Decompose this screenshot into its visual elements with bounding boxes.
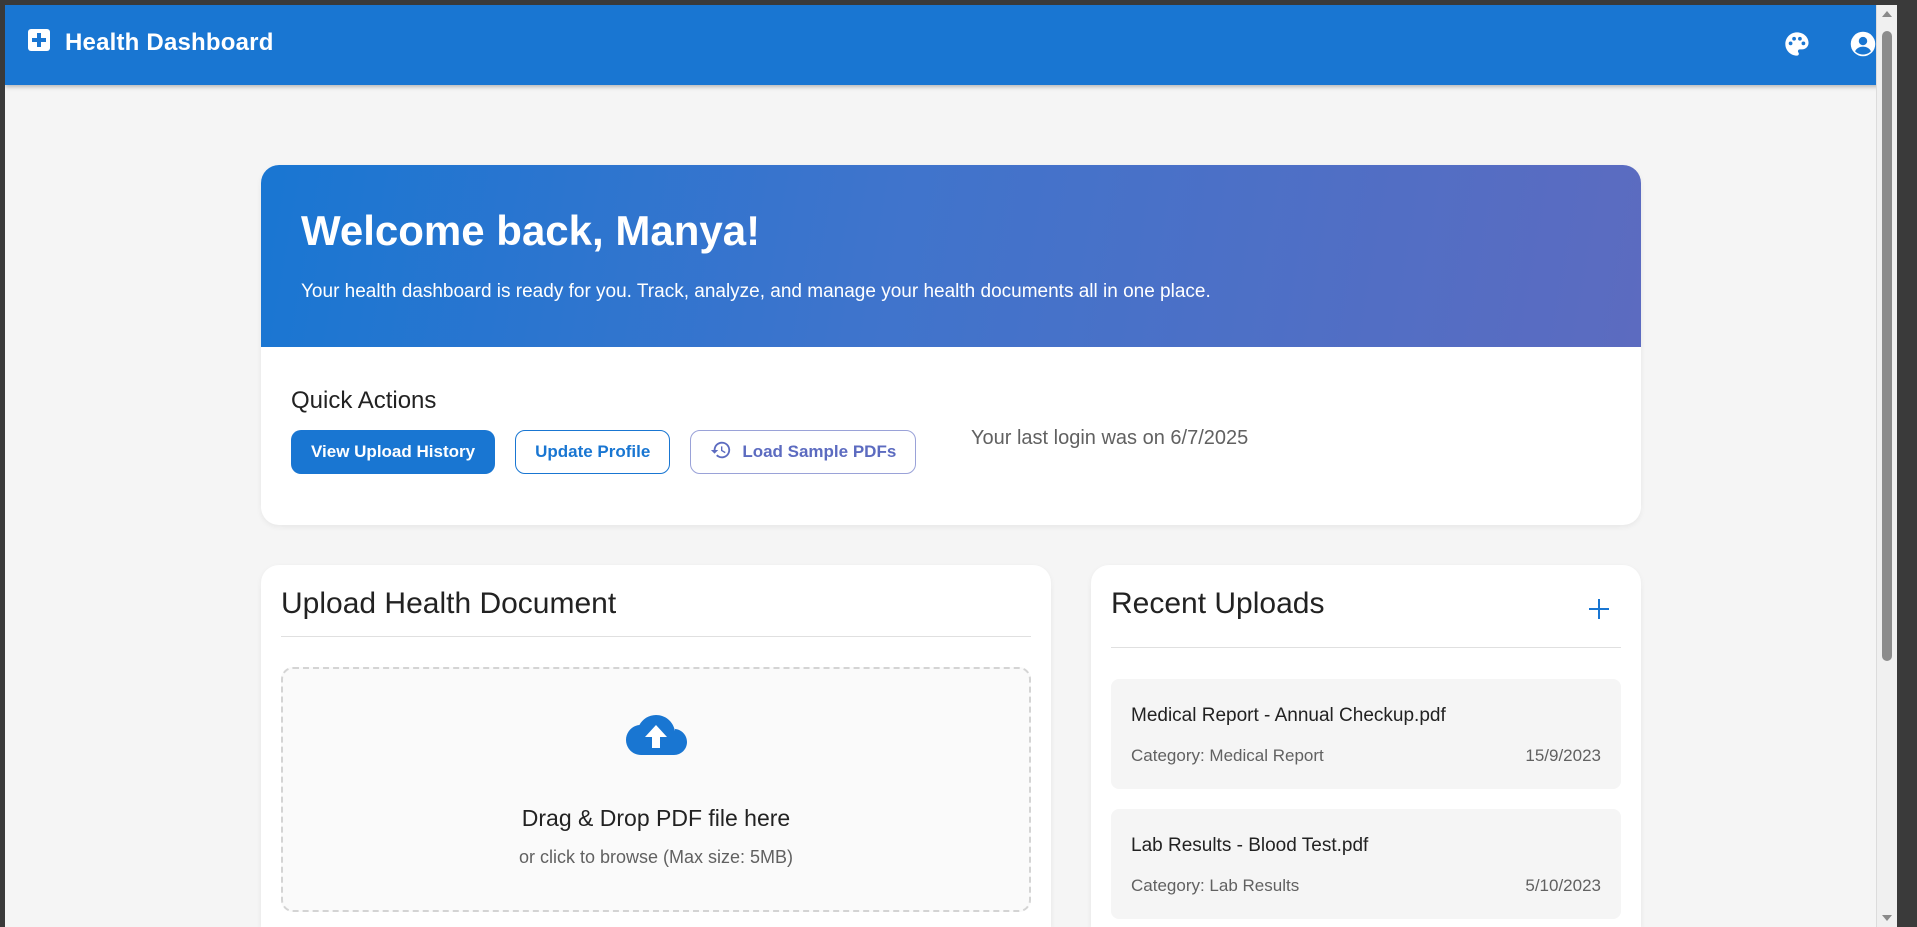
item-date: 15/9/2023 xyxy=(1525,746,1601,765)
dropzone-subtitle: or click to browse (Max size: 5MB) xyxy=(518,847,794,867)
welcome-title: Welcome back, Manya! xyxy=(301,207,761,254)
item-category: Category: Lab Results xyxy=(1131,876,1300,895)
history-icon xyxy=(710,439,742,466)
palette-icon xyxy=(1783,30,1811,63)
upload-title: Upload Health Document xyxy=(281,587,617,620)
theme-button[interactable] xyxy=(1781,30,1813,62)
last-login-text: Your last login was on 6/7/2025 xyxy=(971,427,1249,449)
pdf-dropzone[interactable]: Drag & Drop PDF file here or click to br… xyxy=(281,667,1031,912)
list-item[interactable]: Lab Results - Blood Test.pdf Category: L… xyxy=(1111,809,1621,919)
recent-divider xyxy=(1111,647,1621,648)
welcome-banner: Welcome back, Manya! Your health dashboa… xyxy=(261,165,1641,347)
app-title: Health Dashboard xyxy=(65,28,274,56)
app-window: Health Dashboard Welcome back, Manya! Yo… xyxy=(5,5,1897,927)
item-date: 5/10/2023 xyxy=(1525,876,1601,895)
upload-divider xyxy=(281,636,1031,637)
brand[interactable]: Health Dashboard xyxy=(27,28,274,57)
recent-uploads-card: Recent Uploads Medical Report - Annual C… xyxy=(1091,565,1641,927)
scroll-thumb[interactable] xyxy=(1882,31,1892,661)
item-category: Category: Medical Report xyxy=(1131,746,1324,765)
vertical-scrollbar[interactable] xyxy=(1876,5,1897,927)
cloud-upload-icon xyxy=(625,713,687,764)
recent-uploads-title: Recent Uploads xyxy=(1111,587,1325,620)
account-button[interactable] xyxy=(1847,30,1879,62)
item-filename: Lab Results - Blood Test.pdf xyxy=(1131,835,1369,856)
app-bar: Health Dashboard xyxy=(5,5,1897,85)
scroll-up-arrow[interactable] xyxy=(1882,11,1892,17)
upload-card: Upload Health Document Drag & Drop PDF f… xyxy=(261,565,1051,927)
add-upload-button[interactable] xyxy=(1581,590,1617,626)
view-upload-history-button[interactable]: View Upload History xyxy=(291,430,496,474)
scroll-down-arrow[interactable] xyxy=(1882,915,1892,921)
load-sample-pdfs-button[interactable]: Load Sample PDFs xyxy=(690,430,917,474)
medical-plus-icon xyxy=(27,28,51,57)
quick-actions-row: View Upload History Update Profile Load … xyxy=(291,430,917,474)
update-profile-button[interactable]: Update Profile xyxy=(515,430,671,474)
quick-actions-title: Quick Actions xyxy=(291,387,437,414)
plus-icon xyxy=(1588,590,1610,626)
dropzone-title: Drag & Drop PDF file here xyxy=(521,805,791,831)
list-item[interactable]: Medical Report - Annual Checkup.pdf Cate… xyxy=(1111,679,1621,789)
account-circle-icon xyxy=(1849,30,1877,63)
item-filename: Medical Report - Annual Checkup.pdf xyxy=(1131,705,1446,726)
welcome-card: Welcome back, Manya! Your health dashboa… xyxy=(261,165,1641,525)
load-sample-pdfs-label: Load Sample PDFs xyxy=(742,442,897,461)
welcome-subtitle: Your health dashboard is ready for you. … xyxy=(301,281,1211,302)
